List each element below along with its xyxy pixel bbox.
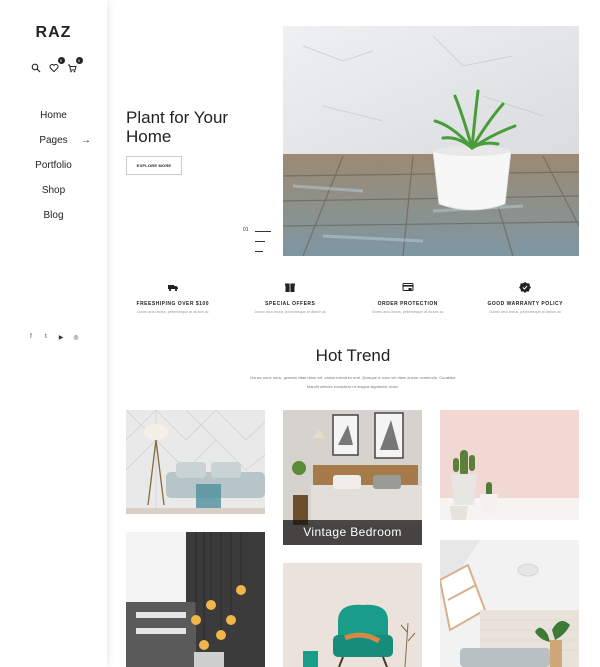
- menu-item-label: Portfolio: [35, 160, 72, 171]
- truck-icon: [167, 281, 179, 293]
- menu-item-shop[interactable]: Shop: [0, 183, 107, 208]
- feature-title: SPECIAL OFFERS: [265, 301, 316, 307]
- search-icon[interactable]: [31, 63, 41, 73]
- feature-description: Donec arcu lectus, pellentesque at dictu…: [489, 310, 561, 314]
- menu-item-home[interactable]: Home: [0, 108, 107, 133]
- menu-item-label: Shop: [41, 185, 66, 196]
- feature-title: ORDER PROTECTION: [377, 301, 438, 307]
- gallery-tile-vintage-bedroom[interactable]: Vintage Bedroom: [283, 410, 422, 545]
- hero-title: Plant for Your Home: [126, 108, 229, 146]
- menu-item-portfolio[interactable]: Portfolio: [0, 158, 107, 183]
- facebook-icon[interactable]: f: [28, 334, 34, 341]
- slide-number: 01: [243, 227, 249, 233]
- twitter-icon[interactable]: t: [43, 334, 49, 341]
- feature-item: ORDER PROTECTION Donec arcu lectus, pell…: [349, 281, 467, 314]
- logo[interactable]: RAZ: [0, 24, 107, 42]
- gift-icon: [284, 281, 296, 293]
- feature-description: Donec arcu lectus, pellentesque at dictu…: [254, 310, 326, 314]
- feature-description: Donec arcu lectus, pellentesque at dictu…: [136, 310, 209, 314]
- menu-item-blog[interactable]: Blog: [0, 208, 107, 233]
- main-menu: Home Pages → Portfolio Shop Blog: [0, 108, 107, 233]
- gallery-tile-living-room[interactable]: [126, 410, 265, 514]
- cart-count-badge: 0: [75, 57, 83, 64]
- wishlist-count-badge: 0: [57, 57, 65, 64]
- gallery-tile-teal-chair[interactable]: [283, 563, 422, 667]
- badge-icon: [519, 281, 532, 293]
- menu-item-label: Blog: [43, 210, 64, 221]
- dribbble-icon[interactable]: ◎: [73, 334, 79, 341]
- feature-description: Donec arcu lectus, pellentesque at dictu…: [371, 310, 444, 314]
- tile-caption: Vintage Bedroom: [283, 520, 422, 545]
- slide-indicator[interactable]: [255, 231, 271, 261]
- arrow-right-icon: →: [81, 135, 91, 146]
- feature-item: FREESHIPING OVER $100 Donec arcu lectus,…: [114, 281, 232, 314]
- gallery-tile-attic[interactable]: [440, 540, 579, 667]
- feature-item: GOOD WARRANTY POLICY Donec arcu lectus, …: [467, 281, 585, 314]
- cart-icon[interactable]: 0: [67, 57, 83, 73]
- menu-item-label: Home: [40, 110, 67, 121]
- feature-strip: FREESHIPING OVER $100 Donec arcu lectus,…: [114, 281, 584, 314]
- hot-trend-title: Hot Trend: [315, 346, 391, 365]
- hot-trend-description: Donec nunc nunc, gravida vitae diam vel,…: [250, 375, 456, 389]
- slide-dot[interactable]: [255, 251, 263, 252]
- social-links: f t ▶ ◎: [0, 334, 107, 341]
- menu-item-label: Pages: [39, 135, 68, 146]
- slide-dot[interactable]: [255, 241, 265, 242]
- feature-title: FREESHIPING OVER $100: [136, 301, 209, 307]
- heart-icon[interactable]: 0: [48, 57, 65, 73]
- feature-item: SPECIAL OFFERS Donec arcu lectus, pellen…: [232, 281, 350, 314]
- slide-dot-active[interactable]: [255, 231, 271, 232]
- gallery-tile-cactus[interactable]: [440, 410, 579, 520]
- explore-more-button[interactable]: EXPLORE MORE: [126, 156, 182, 175]
- youtube-icon[interactable]: ▶: [58, 334, 64, 341]
- gallery-tile-pendant-lights[interactable]: [126, 532, 265, 667]
- hero-image: [283, 26, 579, 256]
- header-icons: 0 0: [0, 57, 107, 73]
- sidebar: RAZ 0 0 Home Pages → Portfolio Shop Blog …: [0, 0, 107, 667]
- menu-item-pages[interactable]: Pages →: [0, 133, 107, 158]
- card-icon: [402, 281, 414, 293]
- feature-title: GOOD WARRANTY POLICY: [487, 301, 563, 307]
